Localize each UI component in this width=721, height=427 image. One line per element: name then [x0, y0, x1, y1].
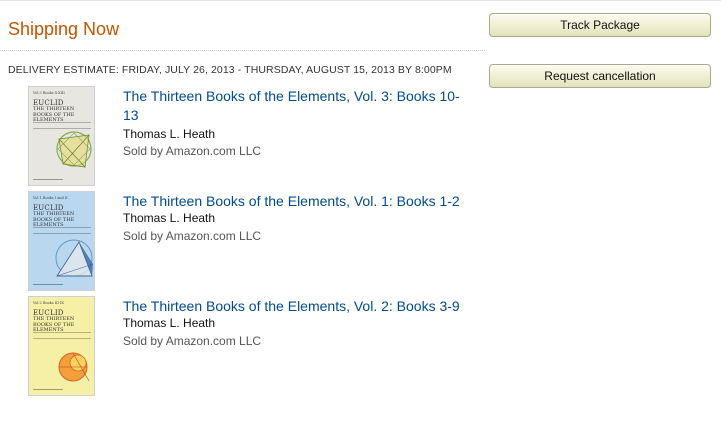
book-cover-image[interactable]: Vol 2 Books III-IX EUCLID THE THIRTEEN B…: [28, 296, 95, 396]
header-divider: [0, 50, 485, 51]
top-divider: [0, 0, 721, 1]
cover-geometry-illustration: [55, 239, 94, 277]
item-author: Thomas L. Heath: [123, 316, 216, 330]
cover-footer-rule: [33, 389, 63, 390]
item-title-link[interactable]: The Thirteen Books of the Elements, Vol.…: [123, 192, 468, 211]
delivery-estimate: DELIVERY ESTIMATE: FRIDAY, JULY 26, 2013…: [8, 64, 452, 76]
shipment-status-title: Shipping Now: [8, 19, 120, 39]
order-item: Vol 3 Books X-XIII EUCLID THE THIRTEEN B…: [0, 86, 485, 186]
item-author: Thomas L. Heath: [123, 211, 216, 225]
order-item: Vol 2 Books III-IX EUCLID THE THIRTEEN B…: [0, 296, 485, 396]
cover-footer-rule: [33, 179, 63, 180]
cover-geometry-illustration: [58, 352, 90, 382]
item-title-link[interactable]: The Thirteen Books of the Elements, Vol.…: [123, 87, 468, 125]
request-cancellation-button[interactable]: Request cancellation: [489, 64, 711, 88]
item-author: Thomas L. Heath: [123, 127, 216, 141]
track-package-button[interactable]: Track Package: [489, 13, 711, 37]
cover-geometry-illustration: [56, 131, 92, 168]
order-item: Vol 1 Books I and II EUCLID THE THIRTEEN…: [0, 191, 485, 291]
item-seller: Sold by Amazon.com LLC: [123, 334, 262, 348]
cover-footer-rule: [33, 284, 63, 285]
item-seller: Sold by Amazon.com LLC: [123, 144, 262, 158]
item-title-link[interactable]: The Thirteen Books of the Elements, Vol.…: [123, 297, 468, 316]
book-cover-image[interactable]: Vol 3 Books X-XIII EUCLID THE THIRTEEN B…: [28, 86, 95, 186]
item-seller: Sold by Amazon.com LLC: [123, 229, 262, 243]
book-cover-image[interactable]: Vol 1 Books I and II EUCLID THE THIRTEEN…: [28, 191, 95, 291]
